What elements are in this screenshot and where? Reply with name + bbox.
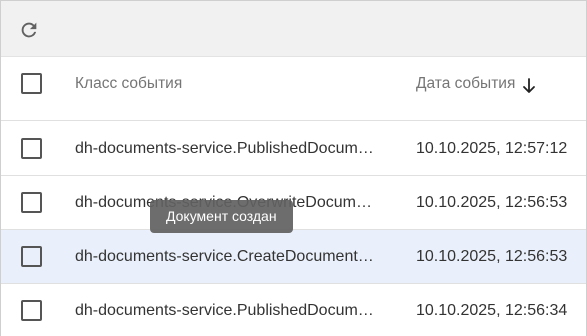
table-row-selected[interactable]: dh-documents-service.CreateDocumentEv… 1… [1,230,586,284]
arrow-down-icon[interactable] [521,77,537,95]
table-row[interactable]: dh-documents-service.PublishedDocume… 10… [1,284,586,336]
select-all-checkbox[interactable] [21,73,42,94]
table-header: Класс события Дата события [1,57,586,121]
refresh-icon [21,22,37,38]
cell-event-date: 10.10.2025, 12:56:53 [416,248,568,265]
row-checkbox[interactable] [21,192,42,213]
cell-event-class: dh-documents-service.PublishedDocume… [75,140,375,157]
table-row[interactable]: dh-documents-service.OverwriteDocumen… 1… [1,176,586,230]
row-checkbox[interactable] [21,300,42,321]
table-row[interactable]: dh-documents-service.PublishedDocume… 10… [1,122,586,176]
refresh-button[interactable] [15,16,43,44]
tooltip: Документ создан [150,200,293,233]
column-header-event-class[interactable]: Класс события [75,75,375,93]
cell-event-date: 10.10.2025, 12:57:12 [416,140,568,157]
row-checkbox[interactable] [21,138,42,159]
row-checkbox[interactable] [21,246,42,267]
cell-event-date: 10.10.2025, 12:56:53 [416,194,568,211]
column-header-event-date[interactable]: Дата события [416,75,515,93]
cell-event-class: dh-documents-service.CreateDocumentEv… [75,248,375,265]
cell-event-date: 10.10.2025, 12:56:34 [416,302,568,319]
cell-event-class: dh-documents-service.PublishedDocume… [75,302,375,319]
toolbar [1,1,586,57]
events-table-panel: Класс события Дата события dh-documents-… [0,0,587,336]
